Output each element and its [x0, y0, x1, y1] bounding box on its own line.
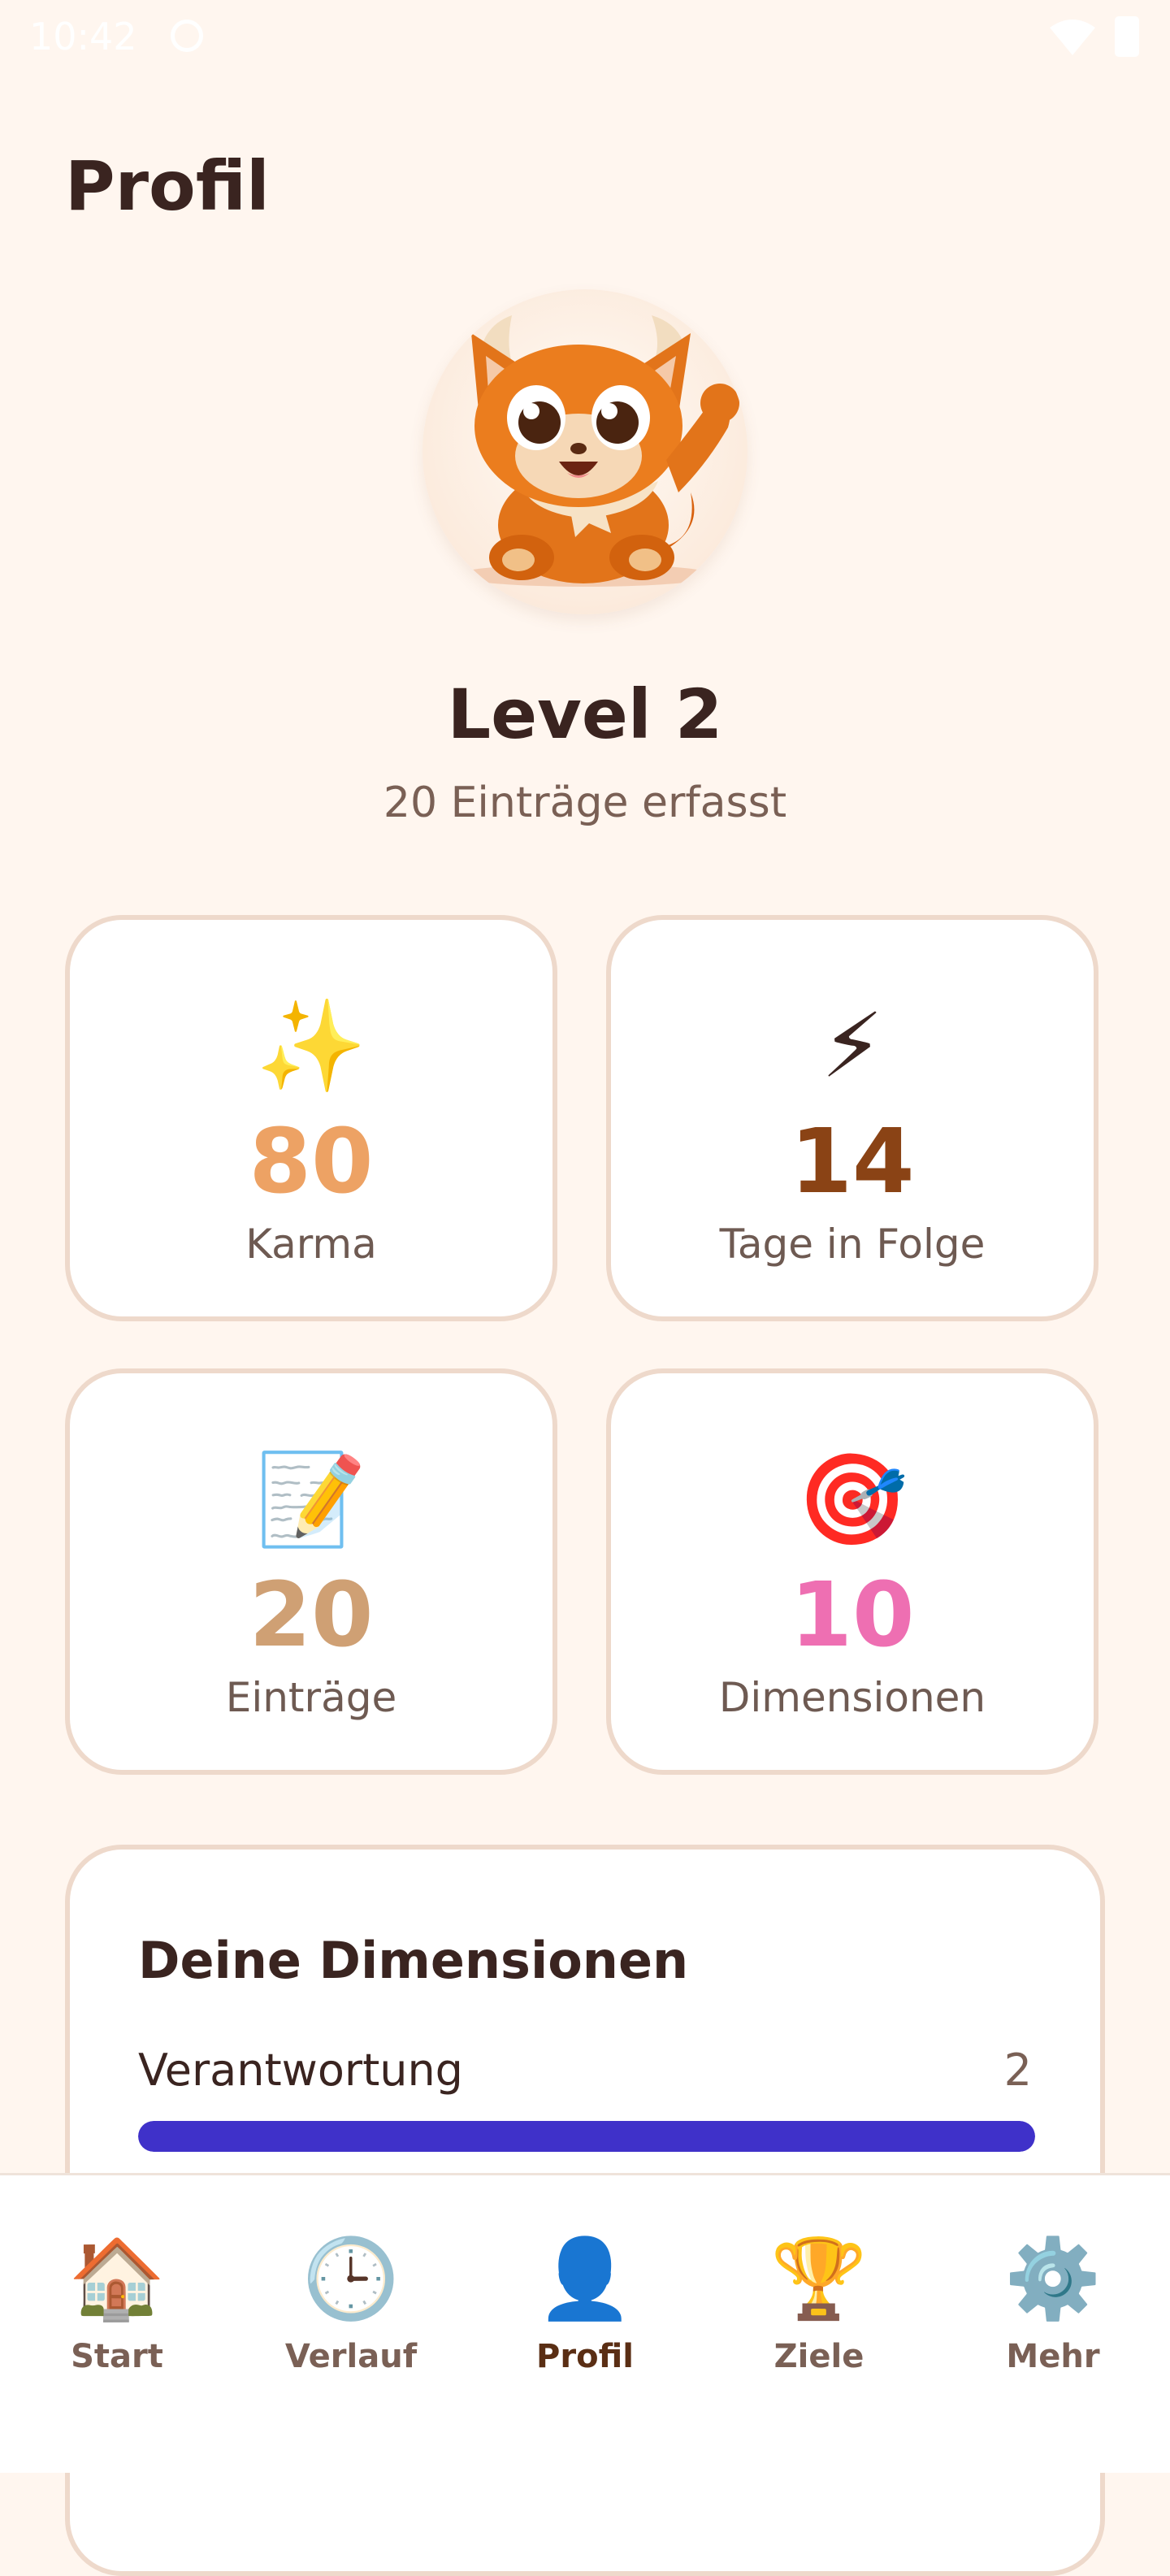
- battery-icon: [1115, 16, 1139, 57]
- dimension-label: Verantwortung: [138, 2045, 463, 2096]
- level-title: Level 2: [447, 674, 723, 754]
- person-icon: 👤: [536, 2233, 634, 2324]
- streak-value: 14: [790, 1109, 915, 1213]
- streak-label: Tage in Folge: [719, 1221, 986, 1268]
- trophy-icon: 🏆: [770, 2233, 868, 2324]
- gear-icon: ⚙️: [1004, 2233, 1102, 2324]
- sparkles-icon: ✨: [255, 994, 367, 1098]
- house-icon: 🏠: [68, 2233, 166, 2324]
- nav-item-mehr[interactable]: ⚙️ Mehr: [936, 2175, 1170, 2473]
- entries-count-text: 20 Einträge erfasst: [383, 778, 787, 827]
- karma-card[interactable]: ✨ 80 Karma: [65, 915, 557, 1321]
- karma-label: Karma: [245, 1221, 377, 1268]
- nav-label-ziele: Ziele: [774, 2338, 864, 2375]
- nav-item-ziele[interactable]: 🏆 Ziele: [702, 2175, 936, 2473]
- nav-label-start: Start: [71, 2338, 163, 2375]
- entries-label: Einträge: [225, 1674, 397, 1721]
- status-bar: 10:42: [0, 0, 1170, 81]
- nav-label-mehr: Mehr: [1006, 2338, 1100, 2375]
- status-time: 10:42: [29, 15, 137, 59]
- dimensions-card[interactable]: 🎯 10 Dimensionen: [606, 1368, 1098, 1775]
- fox-mascot-icon: [455, 315, 739, 587]
- lightning-icon: ⚡: [821, 994, 884, 1098]
- clock-icon: 🕒: [302, 2233, 400, 2324]
- page-title: Profil: [65, 146, 270, 226]
- nav-label-profil: Profil: [536, 2338, 634, 2375]
- dimensions-value: 10: [790, 1563, 915, 1667]
- dimension-value: 2: [1003, 2045, 1032, 2096]
- memo-icon: 📝: [255, 1447, 367, 1551]
- bottom-navigation: 🏠 Start 🕒 Verlauf 👤 Profil 🏆 Ziele ⚙️ Me…: [0, 2173, 1170, 2473]
- dimensions-label: Dimensionen: [718, 1674, 986, 1721]
- wifi-icon: [1050, 20, 1095, 55]
- target-icon: 🎯: [796, 1447, 908, 1551]
- streak-card[interactable]: ⚡ 14 Tage in Folge: [606, 915, 1098, 1321]
- avatar[interactable]: [422, 289, 748, 614]
- dimension-progress-bar: [138, 2121, 1035, 2152]
- nav-label-verlauf: Verlauf: [284, 2338, 418, 2375]
- entries-value: 20: [249, 1563, 374, 1667]
- dimensions-section-title: Deine Dimensionen: [138, 1931, 689, 1990]
- entries-card[interactable]: 📝 20 Einträge: [65, 1368, 557, 1775]
- nav-item-start[interactable]: 🏠 Start: [0, 2175, 234, 2473]
- sync-icon: [171, 20, 203, 52]
- nav-item-profil[interactable]: 👤 Profil: [468, 2175, 702, 2473]
- karma-value: 80: [249, 1109, 374, 1213]
- dimension-progress-fill: [138, 2121, 1035, 2152]
- nav-item-verlauf[interactable]: 🕒 Verlauf: [234, 2175, 468, 2473]
